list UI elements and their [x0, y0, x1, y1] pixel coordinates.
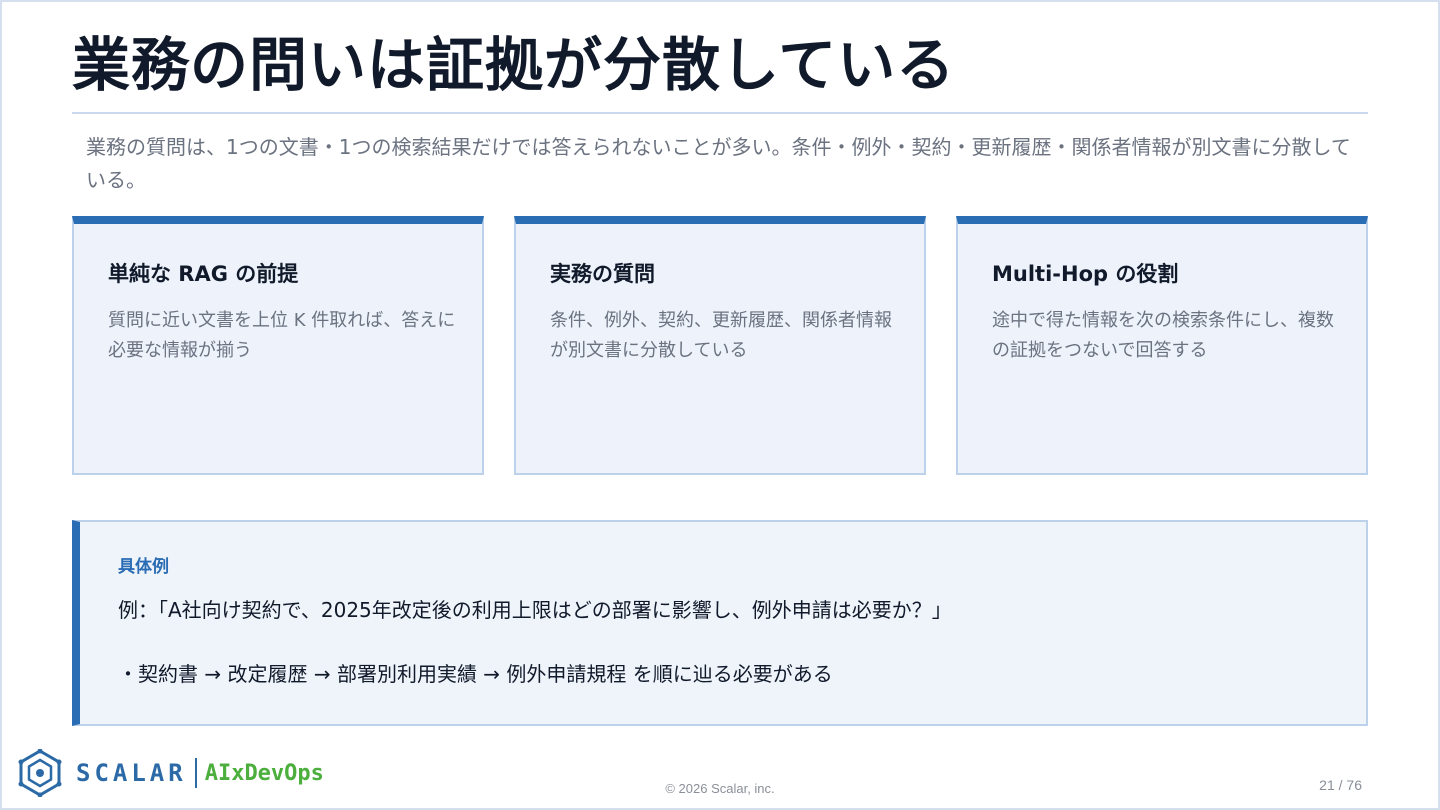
- example-label: 具体例: [118, 557, 169, 577]
- card-title: Multi-Hop の役割: [992, 262, 1179, 286]
- example-box: 具体例 例：「A社向け契約で、2025年改定後の利用上限はどの部署に影響し、例外…: [72, 520, 1368, 726]
- card-body: 途中で得た情報を次の検索条件にし、複数の証拠をつないで回答する: [992, 310, 1334, 361]
- copyright: © 2026 Scalar, inc.: [665, 781, 775, 796]
- card-body: 質問に近い文書を上位 K 件取れば、答えに必要な情報が揃う: [108, 310, 456, 361]
- title-divider: [72, 112, 1368, 114]
- card-title: 実務の質問: [550, 262, 655, 286]
- page-number: 21 / 76: [1319, 777, 1362, 793]
- card-multi-hop: Multi-Hop の役割 途中で得た情報を次の検索条件にし、複数の証拠をつない…: [956, 216, 1368, 475]
- slide-title: 業務の問いは証拠が分散している: [72, 31, 956, 99]
- card-practical-question: 実務の質問 条件、例外、契約、更新履歴、関係者情報が別文書に分散している: [514, 216, 926, 475]
- lead-paragraph: 業務の質問は、1つの文書・1つの検索結果だけでは答えられないことが多い。条件・例…: [86, 135, 1351, 192]
- card-title: 単純な RAG の前提: [108, 262, 299, 286]
- card-body: 条件、例外、契約、更新履歴、関係者情報が別文書に分散している: [550, 310, 892, 361]
- example-steps: ・契約書 → 改定履歴 → 部署別利用実績 → 例外申請規程 を順に辿る必要があ…: [118, 662, 833, 686]
- card-simple-rag: 単純な RAG の前提 質問に近い文書を上位 K 件取れば、答えに必要な情報が揃…: [72, 216, 484, 475]
- example-question: 例：「A社向け契約で、2025年改定後の利用上限はどの部署に影響し、例外申請は必…: [118, 598, 952, 622]
